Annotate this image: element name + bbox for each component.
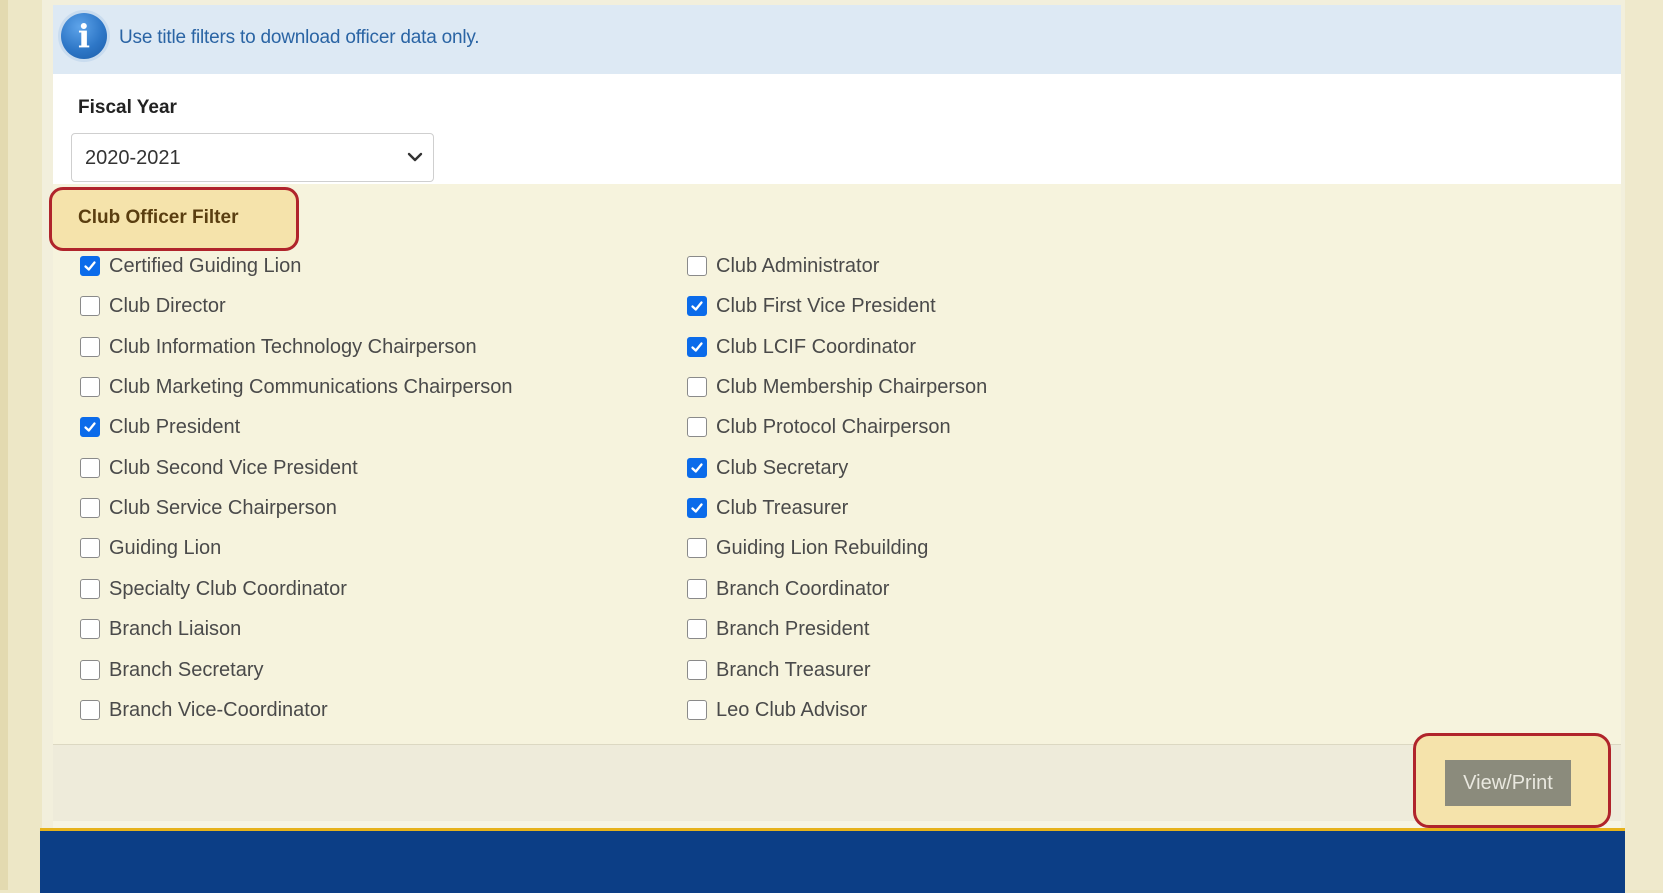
officer-filter-option[interactable]: Branch Treasurer: [687, 657, 871, 683]
officer-filter-label: Club LCIF Coordinator: [716, 335, 917, 358]
officer-filter-option[interactable]: Guiding Lion Rebuilding: [687, 535, 928, 561]
officer-filter-option[interactable]: Club Membership Chairperson: [687, 374, 987, 400]
officer-filter-option[interactable]: Branch Vice-Coordinator: [80, 697, 328, 723]
officer-filter-label: Club Protocol Chairperson: [716, 415, 951, 438]
checkbox-checked[interactable]: [687, 458, 707, 478]
officer-filter-option[interactable]: Guiding Lion: [80, 535, 221, 561]
checkmark-icon: [84, 422, 96, 432]
officer-filter-option[interactable]: Certified Guiding Lion: [80, 253, 301, 279]
checkbox-unchecked[interactable]: [687, 700, 707, 720]
checkbox-unchecked[interactable]: [80, 296, 100, 316]
officer-filter-option[interactable]: Branch Secretary: [80, 657, 264, 683]
officer-filter-label: Guiding Lion: [109, 536, 222, 559]
officer-filter-option[interactable]: Club Secretary: [687, 455, 848, 481]
checkmark-icon: [84, 261, 96, 271]
officer-filter-label: Branch President: [716, 617, 870, 640]
checkbox-unchecked[interactable]: [687, 538, 707, 558]
checkbox-unchecked[interactable]: [687, 619, 707, 639]
officer-filter-option[interactable]: Club President: [80, 414, 240, 440]
checkbox-unchecked[interactable]: [687, 377, 707, 397]
checkbox-unchecked[interactable]: [687, 256, 707, 276]
officer-filter-option[interactable]: Club First Vice President: [687, 293, 936, 319]
info-message: Use title filters to download officer da…: [119, 27, 480, 48]
checkbox-checked[interactable]: [80, 256, 100, 276]
officer-filter-option[interactable]: Branch Liaison: [80, 616, 241, 642]
checkbox-unchecked[interactable]: [80, 458, 100, 478]
action-footer: [53, 744, 1621, 821]
officer-filter-label: Specialty Club Coordinator: [109, 577, 347, 600]
officer-filter-label: Club President: [109, 415, 241, 438]
officer-filter-label: Club Information Technology Chairperson: [109, 335, 477, 358]
chevron-down-icon: [407, 152, 423, 162]
officer-filter-label: Certified Guiding Lion: [109, 254, 302, 277]
view-print-button[interactable]: View/Print: [1445, 760, 1571, 806]
checkbox-checked[interactable]: [687, 498, 707, 518]
officer-filter-option[interactable]: Club Administrator: [687, 253, 879, 279]
officer-filter-label: Club Marketing Communications Chairperso…: [109, 375, 513, 398]
officer-filter-option[interactable]: Branch Coordinator: [687, 576, 889, 602]
officer-filter-label: Club Administrator: [716, 254, 880, 277]
officer-filter-label: Branch Secretary: [109, 658, 264, 681]
officer-filter-label: Branch Coordinator: [716, 577, 890, 600]
officer-filter-option[interactable]: Club Information Technology Chairperson: [80, 334, 477, 360]
officer-filter-option[interactable]: Leo Club Advisor: [687, 697, 867, 723]
checkmark-icon: [691, 463, 703, 473]
officer-filter-option[interactable]: Specialty Club Coordinator: [80, 576, 347, 602]
left-page-edge: [0, 0, 8, 890]
info-icon: i: [61, 13, 107, 59]
checkbox-unchecked[interactable]: [687, 417, 707, 437]
officer-filter-label: Club Director: [109, 294, 226, 317]
officer-filter-option[interactable]: Club Second Vice President: [80, 455, 358, 481]
fiscal-year-select[interactable]: 2020-2021: [71, 133, 434, 182]
officer-filter-label: Club Second Vice President: [109, 456, 358, 479]
page-footer-bar: [40, 828, 1625, 893]
checkbox-checked[interactable]: [80, 417, 100, 437]
officer-filter-option[interactable]: Club Marketing Communications Chairperso…: [80, 374, 513, 400]
checkbox-unchecked[interactable]: [80, 377, 100, 397]
officer-filter-label: Club First Vice President: [716, 294, 936, 317]
fiscal-year-section: Fiscal Year 2020-2021: [53, 74, 1621, 184]
checkmark-icon: [691, 301, 703, 311]
officer-filter-label: Leo Club Advisor: [716, 698, 868, 721]
officer-filter-option[interactable]: Club Service Chairperson: [80, 495, 337, 521]
officer-filter-option[interactable]: Branch President: [687, 616, 869, 642]
checkbox-unchecked[interactable]: [80, 498, 100, 518]
info-banner: i Use title filters to download officer …: [53, 5, 1621, 74]
checkbox-checked[interactable]: [687, 337, 707, 357]
officer-filter-label: Club Secretary: [716, 456, 849, 479]
checkbox-unchecked[interactable]: [80, 538, 100, 558]
fiscal-year-label: Fiscal Year: [78, 97, 177, 118]
checkbox-unchecked[interactable]: [80, 700, 100, 720]
officer-filter-label: Branch Treasurer: [716, 658, 871, 681]
checkbox-unchecked[interactable]: [80, 337, 100, 357]
checkmark-icon: [691, 342, 703, 352]
checkbox-unchecked[interactable]: [80, 619, 100, 639]
right-page-edge: [1625, 0, 1663, 890]
officer-filter-option[interactable]: Club Director: [80, 293, 226, 319]
checkbox-checked[interactable]: [687, 296, 707, 316]
officer-filter-option[interactable]: Club Protocol Chairperson: [687, 414, 951, 440]
checkmark-icon: [691, 503, 703, 513]
officer-filter-label: Branch Liaison: [109, 617, 242, 640]
officer-report-panel: i Use title filters to download officer …: [49, 5, 1621, 863]
checkbox-unchecked[interactable]: [80, 660, 100, 680]
officer-filter-label: Club Membership Chairperson: [716, 375, 988, 398]
officer-filter-label: Club Service Chairperson: [109, 496, 337, 519]
checkbox-unchecked[interactable]: [687, 579, 707, 599]
checkbox-unchecked[interactable]: [687, 660, 707, 680]
checkbox-unchecked[interactable]: [80, 579, 100, 599]
officer-filter-option[interactable]: Club LCIF Coordinator: [687, 334, 916, 360]
club-officer-filter-section: Club Officer Filter Certified Guiding Li…: [49, 184, 1621, 744]
officer-filter-label: Club Treasurer: [716, 496, 849, 519]
fiscal-year-value: 2020-2021: [85, 147, 181, 169]
filter-title: Club Officer Filter: [78, 207, 239, 228]
officer-filter-option[interactable]: Club Treasurer: [687, 495, 848, 521]
officer-filter-label: Guiding Lion Rebuilding: [716, 536, 929, 559]
officer-filter-label: Branch Vice-Coordinator: [109, 698, 328, 721]
